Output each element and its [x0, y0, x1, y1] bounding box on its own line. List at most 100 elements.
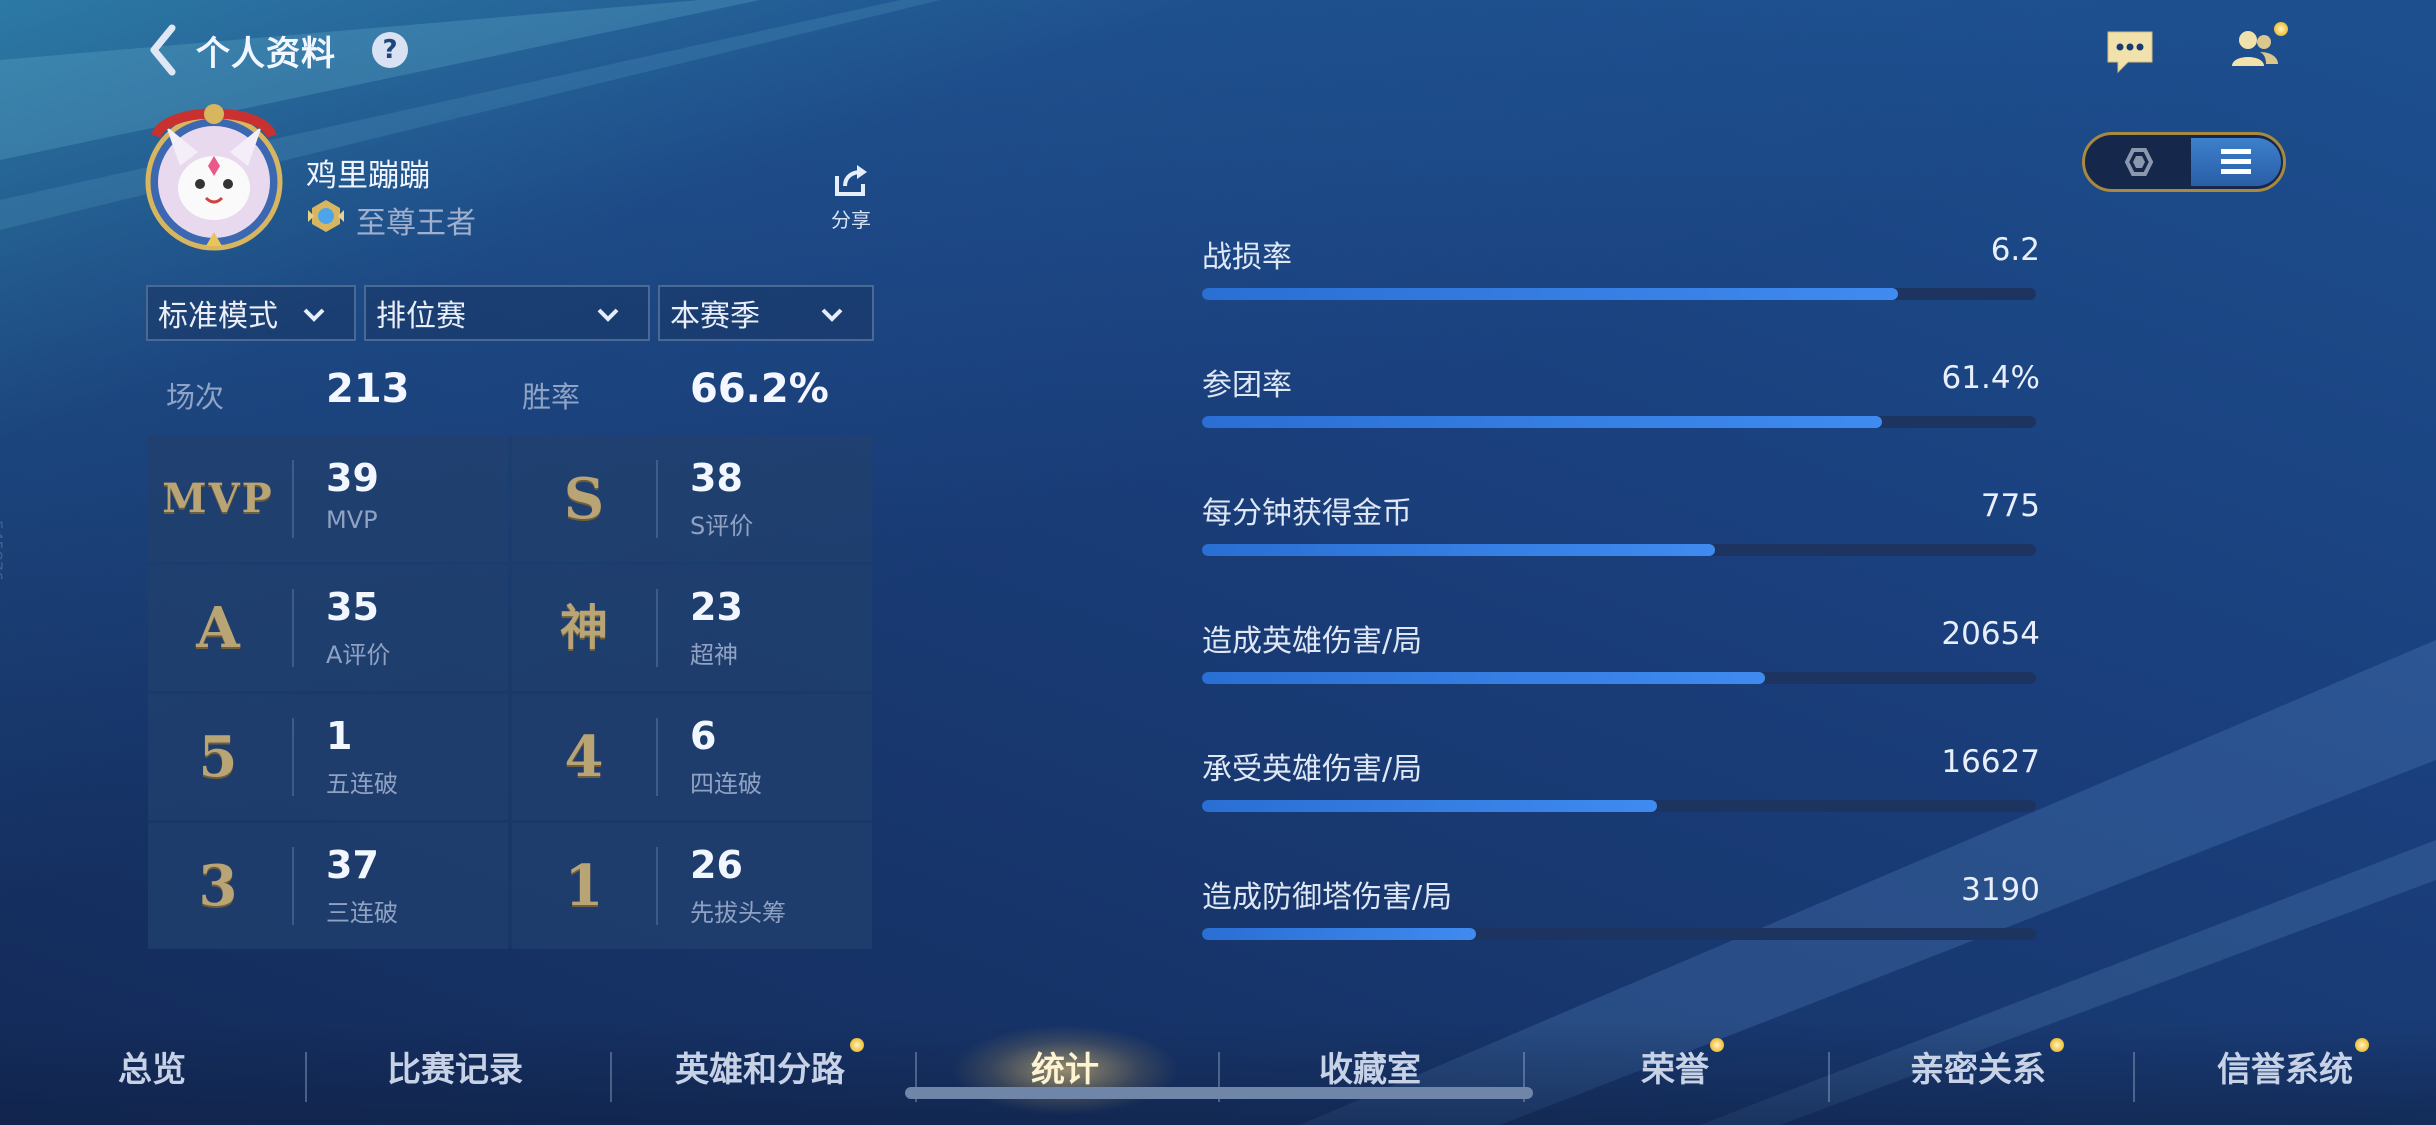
badge-label: A评价 — [326, 641, 391, 669]
tab-heroes-lanes[interactable]: 英雄和分路 — [665, 1042, 855, 1091]
friends-notification-dot — [2274, 22, 2288, 36]
quadra-glyph: 4 — [564, 724, 604, 790]
stat-label: 承受英雄伤害/局 — [1202, 752, 1423, 787]
side-code-text: 545876 — [0, 520, 6, 582]
tab-separator — [2133, 1052, 2135, 1102]
cell-divider — [292, 460, 294, 538]
stat-bar-track — [1202, 288, 2036, 300]
chevron-down-icon — [303, 308, 325, 322]
badge-value: 6 — [690, 714, 717, 758]
games-value: 213 — [326, 366, 410, 412]
chevron-down-icon — [597, 308, 619, 322]
winrate-label: 胜率 — [522, 380, 581, 414]
badge-label: 先拔头筹 — [690, 899, 786, 927]
tab-separator — [305, 1052, 307, 1102]
stat-bar-track — [1202, 544, 2036, 556]
cell-divider — [292, 589, 294, 667]
tab-separator — [610, 1052, 612, 1102]
share-label: 分享 — [831, 208, 871, 232]
chat-icon[interactable] — [2102, 22, 2158, 78]
cell-divider — [656, 460, 658, 538]
badge-value: 1 — [326, 714, 353, 758]
badge-cell-a: A 35 A评价 — [148, 565, 508, 691]
stat-label: 造成英雄伤害/局 — [1202, 624, 1423, 659]
season-dropdown-label: 本赛季 — [670, 299, 760, 334]
stat-bar-track — [1202, 672, 2036, 684]
tab-overview[interactable]: 总览 — [92, 1042, 212, 1091]
stat-bar-track — [1202, 416, 2036, 428]
chevron-left-icon[interactable] — [148, 24, 178, 76]
legendary-glyph: 神 — [559, 600, 608, 656]
badge-value: 26 — [690, 843, 743, 887]
mode-dropdown[interactable]: 标准模式 — [146, 285, 356, 341]
tab-intimacy[interactable]: 亲密关系 — [1898, 1042, 2058, 1091]
hexagon-icon[interactable] — [2091, 140, 2187, 184]
s-glyph: S — [563, 466, 605, 532]
view-toggle[interactable] — [2082, 132, 2286, 192]
badge-cell-legendary: 神 23 超神 — [512, 565, 872, 691]
stat-bar-fill — [1202, 800, 1657, 812]
badge-label: MVP — [326, 506, 378, 534]
penta-glyph: 5 — [198, 724, 238, 790]
mode-dropdown-label: 标准模式 — [158, 299, 278, 334]
stat-bar-track — [1202, 800, 2036, 812]
help-icon[interactable]: ? — [372, 32, 408, 68]
stat-value: 775 — [1980, 488, 2040, 524]
badge-label: 三连破 — [326, 899, 398, 927]
stat-value: 20654 — [1941, 616, 2040, 652]
tab-match-history[interactable]: 比赛记录 — [375, 1042, 535, 1091]
stat-value: 61.4% — [1941, 360, 2040, 396]
cell-divider — [292, 718, 294, 796]
tab-notification-dot — [2050, 1038, 2064, 1052]
badge-label: 四连破 — [690, 770, 762, 798]
badge-label: 超神 — [690, 641, 738, 669]
list-icon — [2221, 149, 2251, 174]
tab-notification-dot — [2355, 1038, 2369, 1052]
triple-glyph: 3 — [198, 853, 238, 919]
stat-bar-fill — [1202, 416, 1882, 428]
winrate-value: 66.2% — [690, 366, 829, 412]
games-label: 场次 — [166, 380, 225, 414]
tab-statistics[interactable]: 统计 — [1005, 1042, 1125, 1091]
badge-value: 35 — [326, 585, 379, 629]
tab-credit-system[interactable]: 信誉系统 — [2205, 1042, 2365, 1091]
match-type-dropdown[interactable]: 排位赛 — [364, 285, 650, 341]
badge-label: 五连破 — [326, 770, 398, 798]
season-dropdown[interactable]: 本赛季 — [658, 285, 874, 341]
badge-cell-s: S 38 S评价 — [512, 436, 872, 562]
cell-divider — [656, 718, 658, 796]
tab-collection[interactable]: 收藏室 — [1300, 1042, 1440, 1091]
chevron-down-icon — [821, 308, 843, 322]
player-name: 鸡里蹦蹦 — [306, 158, 430, 194]
match-type-dropdown-label: 排位赛 — [376, 299, 466, 334]
page-title: 个人资料 — [196, 34, 336, 74]
share-button[interactable]: 分享 — [826, 162, 876, 232]
rank-label: 至尊王者 — [356, 206, 476, 241]
avatar[interactable] — [136, 96, 292, 256]
cell-divider — [292, 847, 294, 925]
cell-divider — [656, 589, 658, 667]
stat-label: 战损率 — [1202, 240, 1292, 275]
stat-bar-fill — [1202, 928, 1476, 940]
stat-value: 3190 — [1961, 872, 2040, 908]
badge-value: 23 — [690, 585, 743, 629]
stat-label: 造成防御塔伤害/局 — [1202, 880, 1453, 915]
badge-value: 38 — [690, 456, 743, 500]
list-view-option[interactable] — [2191, 138, 2281, 186]
rank-badge-icon — [308, 200, 344, 232]
stat-bar-track — [1202, 928, 2036, 940]
stat-bar-fill — [1202, 672, 1765, 684]
badge-label: S评价 — [690, 512, 754, 540]
badge-value: 39 — [326, 456, 379, 500]
mvp-glyph: MVP — [162, 475, 274, 522]
badge-value: 37 — [326, 843, 379, 887]
stat-bar-fill — [1202, 544, 1715, 556]
badge-cell-penta: 5 1 五连破 — [148, 694, 508, 820]
cell-divider — [656, 847, 658, 925]
first-blood-glyph: 1 — [564, 853, 604, 919]
tab-separator — [1828, 1052, 1830, 1102]
tab-scrollbar[interactable] — [905, 1087, 1533, 1099]
a-glyph: A — [196, 595, 240, 661]
badge-grid: MVP 39 MVP S 38 S评价 A 35 A评价 神 23 超神 5 1… — [148, 436, 872, 949]
tab-notification-dot — [1710, 1038, 1724, 1052]
